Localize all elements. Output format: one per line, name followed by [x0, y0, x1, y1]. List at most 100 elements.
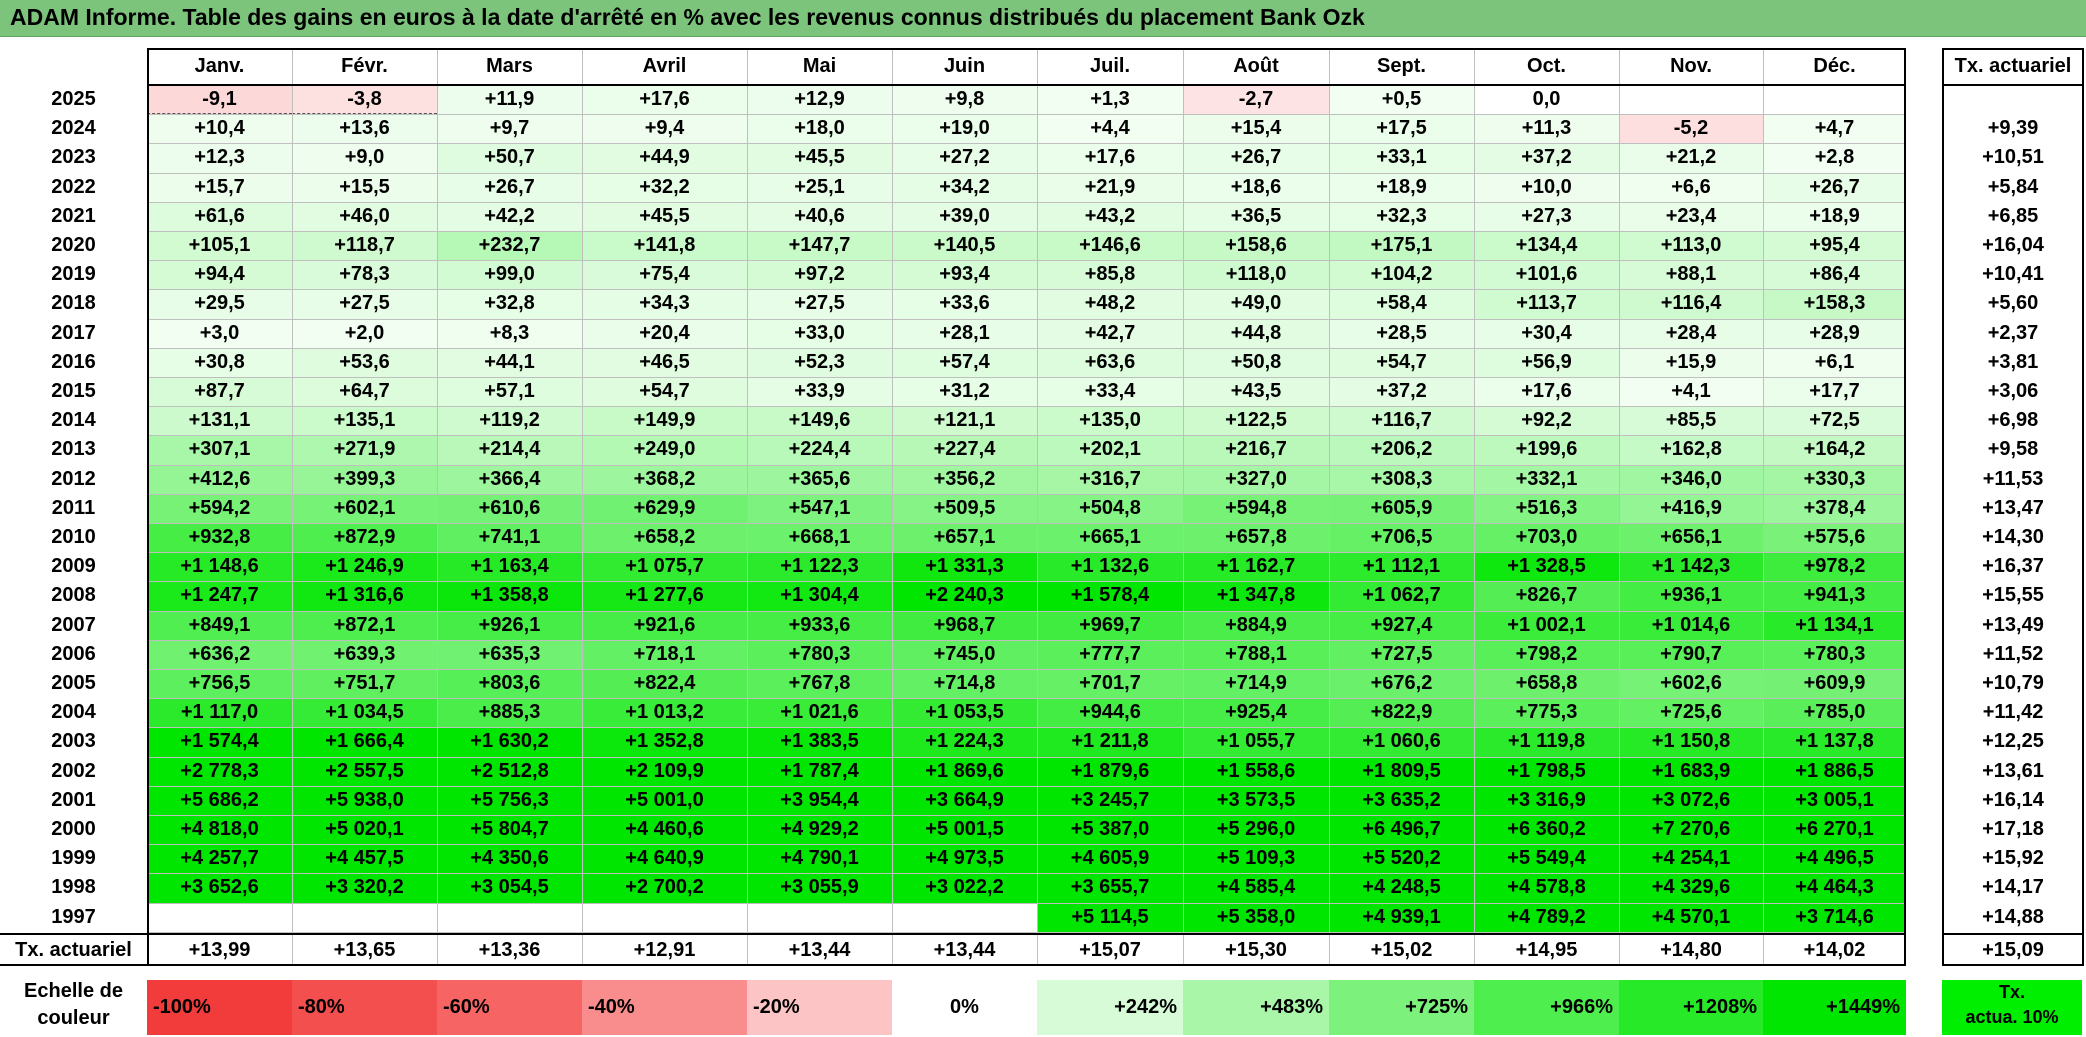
heatmap-cell: +2,0 — [292, 318, 437, 348]
heatmap-cell: +1 869,6 — [892, 756, 1037, 786]
year-label: 2014 — [51, 409, 96, 432]
heatmap-cell: +36,5 — [1183, 201, 1329, 231]
year-label: 2024 — [51, 117, 96, 140]
heatmap-cell: +58,4 — [1329, 289, 1474, 319]
heatmap-cell: +6 270,1 — [1763, 815, 1906, 845]
tx-value: +12,25 — [1982, 730, 2044, 753]
heatmap-cell: +1 137,8 — [1763, 727, 1906, 757]
footer-value: +14,95 — [1515, 938, 1578, 961]
heatmap-cell: +5 001,0 — [582, 785, 747, 815]
heatmap-cell: +714,9 — [1183, 669, 1329, 699]
month-header: Oct. — [1527, 55, 1566, 77]
heatmap-cell: +4 605,9 — [1037, 844, 1183, 874]
tx-value — [1942, 85, 2084, 114]
legend-swatch: +725% — [1329, 980, 1474, 1035]
heatmap-cell: +1 021,6 — [747, 698, 892, 728]
heatmap-cell: +1 630,2 — [437, 727, 582, 757]
heatmap-cell: +1 358,8 — [437, 581, 582, 611]
heatmap-cell: +53,6 — [292, 347, 437, 377]
heatmap-cell: +27,2 — [892, 143, 1037, 173]
grid-line — [292, 48, 293, 966]
legend-swatch: -80% — [292, 980, 437, 1035]
heatmap-cell: +52,3 — [747, 347, 892, 377]
footer-value: +15,07 — [1079, 938, 1141, 961]
heatmap-cell: +94,4 — [147, 260, 292, 290]
heatmap-cell: +1 277,6 — [582, 581, 747, 611]
legend-label: Echelle de couleur — [0, 978, 147, 1037]
heatmap-cell: +202,1 — [1037, 435, 1183, 465]
heatmap-cell: +547,1 — [747, 493, 892, 523]
heatmap-cell: +216,7 — [1183, 435, 1329, 465]
heatmap-cell: +316,7 — [1037, 464, 1183, 494]
heatmap-cell: +4 464,3 — [1763, 873, 1906, 903]
heatmap-cell: +57,4 — [892, 347, 1037, 377]
heatmap-cell: +28,9 — [1763, 318, 1906, 348]
heatmap-cell: +49,0 — [1183, 289, 1329, 319]
heatmap-cell: +5 804,7 — [437, 815, 582, 845]
heatmap-cell: +23,4 — [1619, 201, 1763, 231]
heatmap-cell: +3 005,1 — [1763, 785, 1906, 815]
month-header: Août — [1233, 55, 1279, 77]
heatmap-cell: +33,4 — [1037, 377, 1183, 407]
heatmap-cell: +788,1 — [1183, 639, 1329, 669]
heatmap-cell: +714,8 — [892, 669, 1037, 699]
heatmap-cell: +30,8 — [147, 347, 292, 377]
heatmap-cell — [1763, 85, 1906, 115]
heatmap-cell: +4 254,1 — [1619, 844, 1763, 874]
heatmap-cell: +1 879,6 — [1037, 756, 1183, 786]
heatmap-cell: +701,7 — [1037, 669, 1183, 699]
heatmap-cell: +657,1 — [892, 523, 1037, 553]
month-header: Mai — [802, 55, 837, 77]
grid-line — [1183, 48, 1184, 966]
heatmap-cell: +872,9 — [292, 523, 437, 553]
heatmap-cell: +332,1 — [1474, 464, 1619, 494]
heatmap-cell: +933,6 — [747, 610, 892, 640]
year-label: 1999 — [51, 847, 96, 870]
year-label: 2007 — [51, 613, 96, 636]
legend-tx-line2: actua. 10% — [1965, 1007, 2059, 1027]
heatmap-cell: +4 578,8 — [1474, 873, 1619, 903]
tx-value: +11,53 — [1982, 467, 2044, 490]
heatmap-cell: +932,8 — [147, 523, 292, 553]
heatmap-cell: +1 886,5 — [1763, 756, 1906, 786]
tx-value: +16,04 — [1982, 234, 2044, 256]
month-header: Févr. — [341, 55, 388, 77]
heatmap-cell: +48,2 — [1037, 289, 1183, 319]
tx-value: +9,58 — [1987, 438, 2039, 461]
year-label: 2022 — [51, 175, 96, 198]
heatmap-cell — [437, 902, 582, 932]
heatmap-cell: +656,1 — [1619, 523, 1763, 553]
heatmap-cell: +116,4 — [1619, 289, 1763, 319]
grid-line — [147, 143, 1906, 144]
heatmap-cell: +13,6 — [292, 114, 437, 144]
heatmap-cell: +575,6 — [1763, 523, 1906, 553]
heatmap-cell: +249,0 — [582, 435, 747, 465]
year-label: 1997 — [51, 905, 96, 928]
heatmap-cell: +134,4 — [1474, 231, 1619, 261]
heatmap-cell: +1 162,7 — [1183, 552, 1329, 582]
title-bar: ADAM Informe. Table des gains en euros à… — [0, 0, 2086, 37]
heatmap-cell: +101,6 — [1474, 260, 1619, 290]
heatmap-cell: +3 055,9 — [747, 873, 892, 903]
heatmap-cell: +99,0 — [437, 260, 582, 290]
heatmap-cell: +1 798,5 — [1474, 756, 1619, 786]
heatmap-cell — [747, 902, 892, 932]
legend-swatch: +242% — [1037, 980, 1183, 1035]
heatmap-cell: +46,0 — [292, 201, 437, 231]
heatmap-cell: +399,3 — [292, 464, 437, 494]
grid-line — [892, 48, 893, 966]
heatmap-cell: +378,4 — [1763, 493, 1906, 523]
heatmap-cell: +140,5 — [892, 231, 1037, 261]
heatmap-cell: +17,6 — [1037, 143, 1183, 173]
heatmap-cell: +657,8 — [1183, 523, 1329, 553]
heatmap-cell: +1 246,9 — [292, 552, 437, 582]
tx-value: +14,30 — [1982, 526, 2044, 548]
footer-value: +13,36 — [478, 938, 541, 961]
heatmap-cell: +18,6 — [1183, 172, 1329, 202]
heatmap-cell: +17,7 — [1763, 377, 1906, 407]
heatmap-cell: +780,3 — [1763, 639, 1906, 669]
grid-line — [147, 611, 1906, 612]
heatmap-cell: +158,6 — [1183, 231, 1329, 261]
grid-line — [147, 815, 1906, 816]
heatmap-cell: +872,1 — [292, 610, 437, 640]
